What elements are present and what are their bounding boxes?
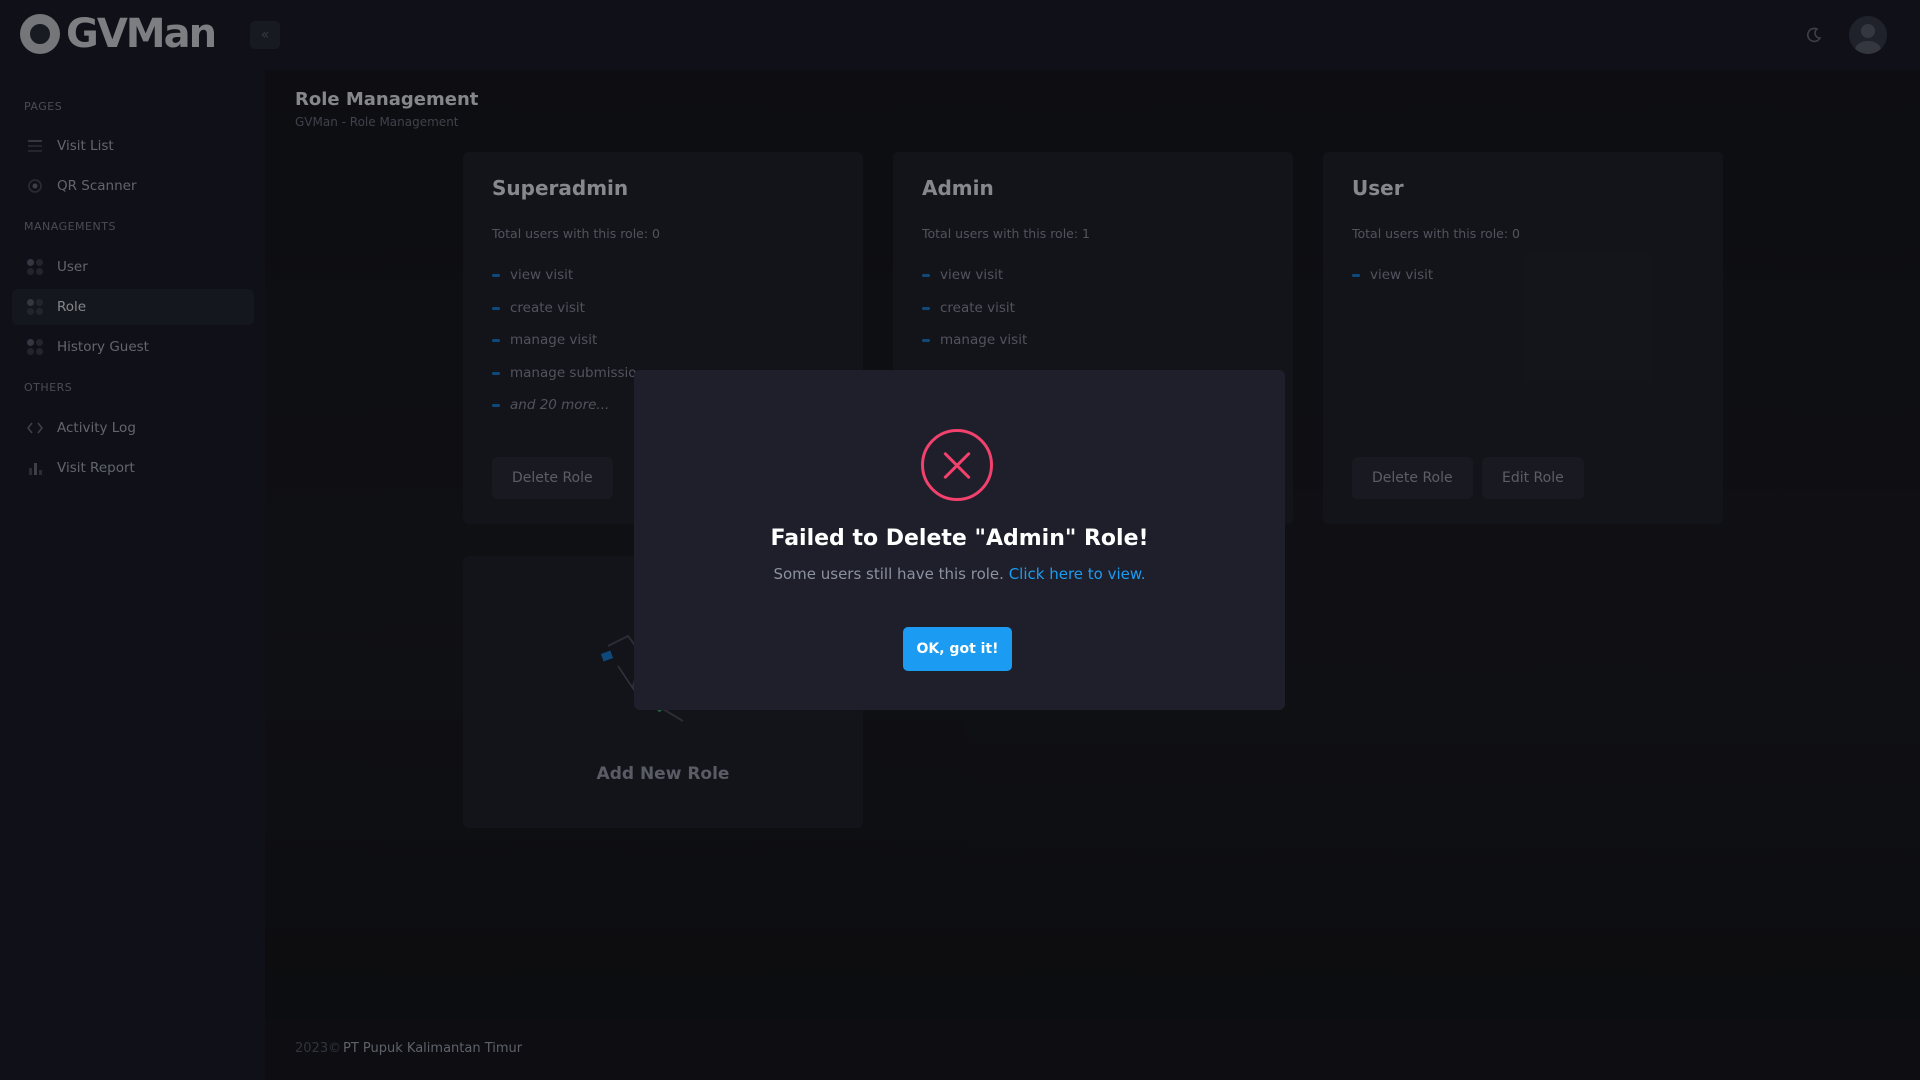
error-dialog: Failed to Delete "Admin" Role! Some user… — [634, 370, 1285, 710]
dialog-message-text: Some users still have this role. — [773, 565, 1004, 583]
ok-button[interactable]: OK, got it! — [903, 627, 1012, 671]
view-users-link[interactable]: Click here to view. — [1009, 565, 1146, 583]
dialog-title: Failed to Delete "Admin" Role! — [770, 526, 1149, 551]
error-x-circle-icon — [921, 429, 993, 501]
dialog-message: Some users still have this role. Click h… — [634, 565, 1285, 583]
